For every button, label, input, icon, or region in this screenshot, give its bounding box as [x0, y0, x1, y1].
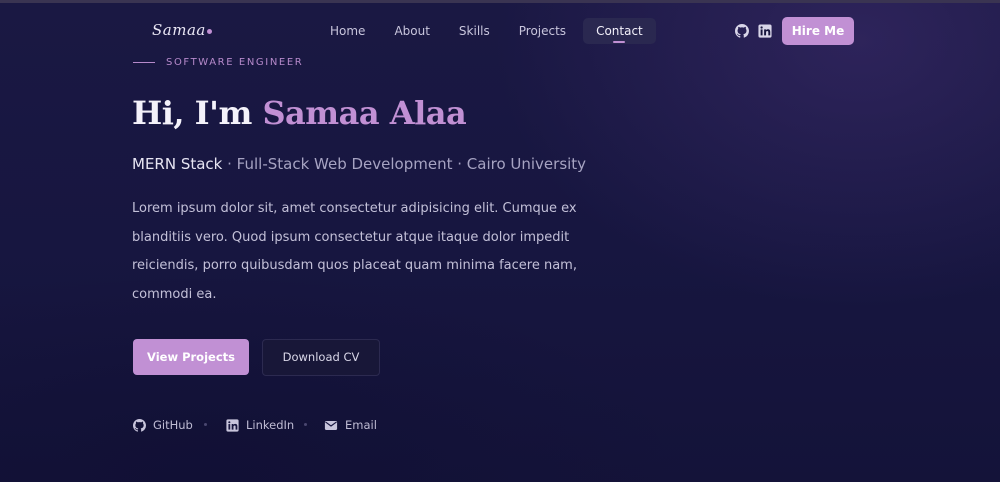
hero-eyebrow: SOFTWARE ENGINEER: [166, 57, 304, 68]
social-link-github[interactable]: GitHub: [133, 417, 193, 433]
social-label-linkedin: LinkedIn: [246, 418, 295, 432]
email-icon: [324, 420, 338, 430]
brand-dot: [207, 29, 212, 34]
view-projects-button[interactable]: View Projects: [133, 339, 249, 375]
social-link-email[interactable]: Email: [324, 417, 377, 433]
social-separator: [304, 423, 307, 426]
hero-headline: Hi, I'm Samaa Alaa: [132, 94, 467, 132]
hero-subtitle-rest: · Full-Stack Web Development · Cairo Uni…: [222, 155, 587, 173]
hire-me-button[interactable]: Hire Me: [782, 17, 854, 45]
social-label-email: Email: [345, 418, 377, 432]
hero-subtitle: MERN Stack · Full-Stack Web Development …: [132, 155, 586, 173]
github-icon[interactable]: [735, 24, 749, 38]
page: Samaa Home About Skills Projects Contact…: [0, 0, 1000, 482]
eyebrow-line: [133, 62, 155, 63]
linkedin-icon[interactable]: [758, 24, 772, 38]
nav-link-home[interactable]: Home: [318, 18, 377, 44]
github-icon: [133, 418, 146, 432]
social-label-github: GitHub: [153, 418, 193, 432]
nav-link-skills[interactable]: Skills: [447, 18, 502, 44]
hero-subtitle-strong: MERN Stack: [132, 155, 223, 173]
brand-logo[interactable]: Samaa: [152, 21, 206, 39]
nav-link-contact[interactable]: Contact: [583, 18, 656, 44]
hero-name: Samaa Alaa: [262, 94, 467, 132]
social-separator: [204, 423, 207, 426]
social-link-linkedin[interactable]: LinkedIn: [226, 417, 294, 433]
download-cv-button[interactable]: Download CV: [262, 339, 380, 376]
navbar: Samaa Home About Skills Projects Contact…: [0, 3, 1000, 59]
hero-greeting: Hi, I'm: [132, 94, 263, 132]
nav-links: Home About Skills Projects Contact: [318, 18, 661, 44]
hero-description: Lorem ipsum dolor sit, amet consectetur …: [132, 201, 577, 302]
linkedin-icon: [226, 418, 239, 432]
nav-link-projects[interactable]: Projects: [507, 18, 578, 44]
nav-link-about[interactable]: About: [382, 18, 441, 44]
